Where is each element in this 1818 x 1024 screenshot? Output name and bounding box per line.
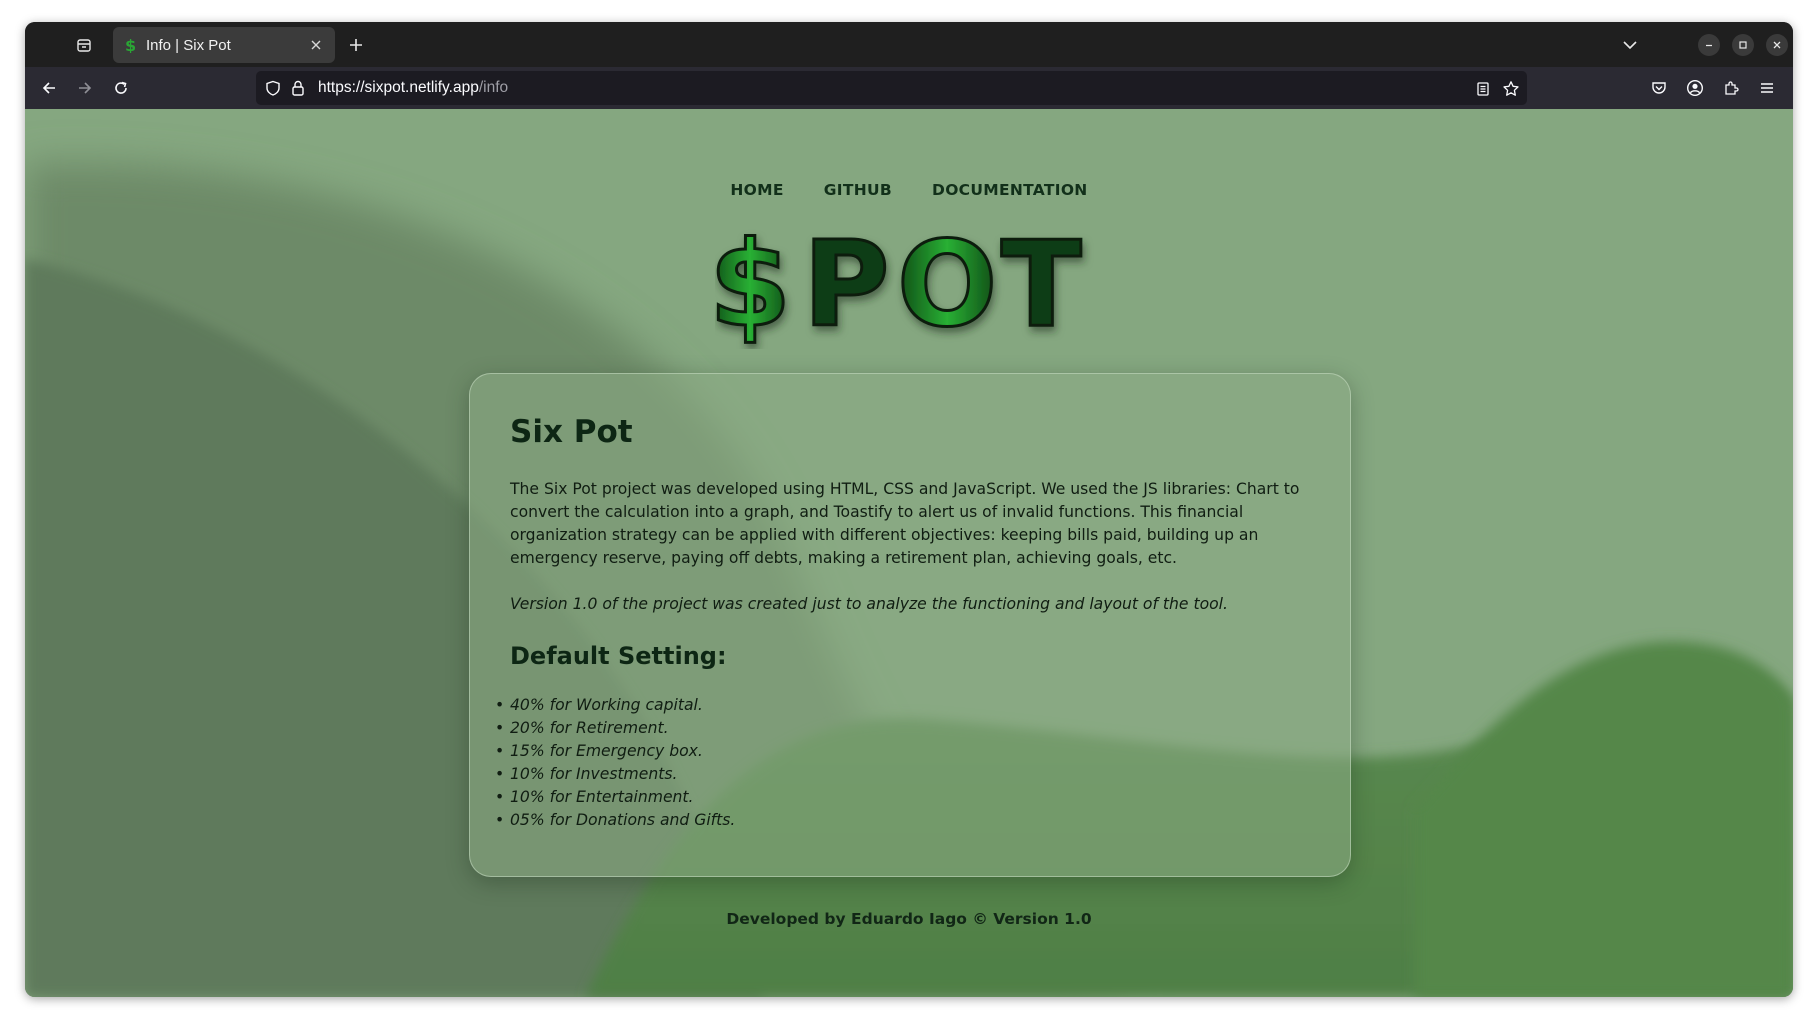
maximize-icon[interactable]	[1732, 34, 1754, 56]
list-item: 10% for Entertainment.	[495, 786, 1310, 809]
account-icon[interactable]	[1681, 74, 1709, 102]
lock-icon[interactable]	[289, 79, 307, 97]
sixpot-logo: $ P O T	[715, 219, 1083, 349]
arrow-right-icon[interactable]	[71, 74, 99, 102]
navigation-toolbar: https://sixpot.netlify.app/info	[25, 67, 1793, 109]
reload-icon[interactable]	[107, 74, 135, 102]
nav-github-link[interactable]: GITHUB	[824, 181, 892, 199]
project-description: The Six Pot project was developed using …	[510, 480, 1300, 567]
settings-list: 40% for Working capital. 20% for Retirem…	[495, 694, 1310, 832]
logo-p: P	[803, 219, 889, 349]
tab-strip: $ Info | Six Pot	[25, 22, 1793, 67]
svg-text:$: $	[125, 37, 136, 53]
list-item: 20% for Retirement.	[495, 717, 1310, 740]
hamburger-menu-icon[interactable]	[1753, 74, 1781, 102]
active-tab[interactable]: $ Info | Six Pot	[113, 27, 335, 63]
url-text[interactable]: https://sixpot.netlify.app/info	[318, 79, 508, 97]
browser-window: $ Info | Six Pot https://sixpot.netlify.…	[25, 22, 1793, 997]
page-viewport: HOME GITHUB DOCUMENTATION $ P O T Six Po…	[25, 109, 1793, 997]
top-navigation: HOME GITHUB DOCUMENTATION	[25, 181, 1793, 199]
nav-documentation-link[interactable]: DOCUMENTATION	[932, 181, 1088, 199]
list-item: 10% for Investments.	[495, 763, 1310, 786]
settings-heading: Default Setting:	[510, 642, 727, 670]
dollar-favicon-icon: $	[123, 37, 139, 53]
list-item: 05% for Donations and Gifts.	[495, 809, 1310, 832]
plus-icon[interactable]	[343, 32, 369, 58]
logo-t: T	[1001, 219, 1082, 349]
pocket-icon[interactable]	[1645, 74, 1673, 102]
chevron-down-icon[interactable]	[1617, 32, 1643, 58]
reader-view-icon[interactable]	[1473, 79, 1493, 99]
star-icon[interactable]	[1501, 79, 1521, 99]
shield-icon[interactable]	[264, 79, 282, 97]
list-item: 15% for Emergency box.	[495, 740, 1310, 763]
info-card: Six Pot The Six Pot project was develope…	[469, 373, 1351, 877]
card-title: Six Pot	[510, 414, 633, 450]
address-bar[interactable]: https://sixpot.netlify.app/info	[256, 71, 1527, 105]
minimize-icon[interactable]	[1698, 34, 1720, 56]
version-note: Version 1.0 of the project was created j…	[510, 595, 1228, 613]
arrow-left-icon[interactable]	[35, 74, 63, 102]
nav-home-link[interactable]: HOME	[730, 181, 783, 199]
logo-o: O	[897, 219, 997, 349]
tab-title: Info | Six Pot	[146, 36, 231, 54]
puzzle-icon[interactable]	[1717, 74, 1745, 102]
page-footer: Developed by Eduardo Iago © Version 1.0	[726, 910, 1092, 928]
tab-list-icon[interactable]	[71, 32, 97, 58]
logo-dollar: $	[715, 219, 791, 349]
list-item: 40% for Working capital.	[495, 694, 1310, 717]
close-icon[interactable]	[303, 32, 329, 58]
window-close-icon[interactable]	[1766, 34, 1788, 56]
